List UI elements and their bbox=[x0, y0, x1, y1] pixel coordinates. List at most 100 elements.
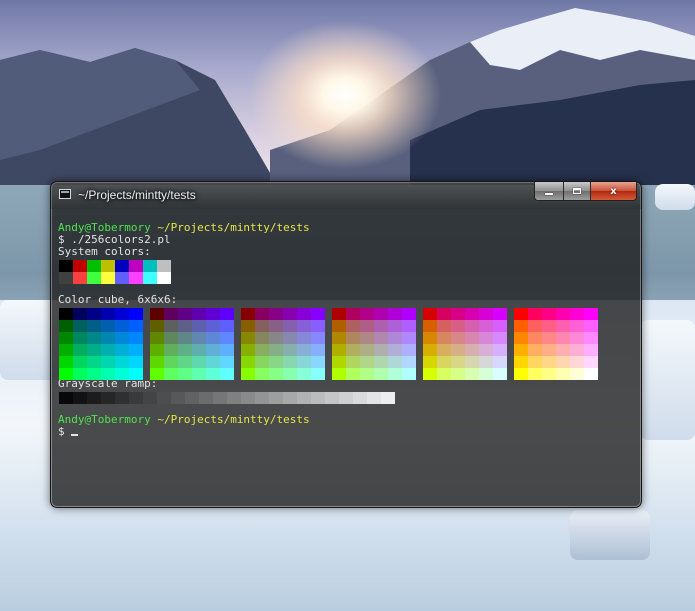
color-cube-swatch bbox=[283, 332, 297, 344]
color-cube-swatch bbox=[129, 344, 143, 356]
grayscale-swatch bbox=[115, 392, 129, 404]
color-cube-swatch bbox=[514, 332, 528, 344]
color-cube-swatch bbox=[437, 320, 451, 332]
color-cube-swatch bbox=[542, 332, 556, 344]
grayscale-swatch bbox=[269, 392, 283, 404]
color-cube-swatch bbox=[374, 356, 388, 368]
color-cube-swatch bbox=[542, 368, 556, 380]
color-cube-swatch bbox=[129, 308, 143, 320]
color-cube-swatch bbox=[311, 308, 325, 320]
grayscale-swatch bbox=[353, 392, 367, 404]
wallpaper-iceberg bbox=[655, 184, 695, 210]
color-cube-swatch bbox=[115, 368, 129, 380]
color-cube-swatch bbox=[514, 368, 528, 380]
color-cube-swatch bbox=[332, 356, 346, 368]
color-cube-swatch bbox=[493, 332, 507, 344]
maximize-button[interactable] bbox=[563, 182, 590, 200]
color-cube-swatch bbox=[423, 320, 437, 332]
color-cube-swatch bbox=[269, 356, 283, 368]
color-cube-swatch bbox=[332, 308, 346, 320]
color-cube-swatch bbox=[402, 332, 416, 344]
color-cube-swatch bbox=[423, 368, 437, 380]
prompt-path: ~/Projects/mintty/tests bbox=[157, 413, 310, 426]
color-cube-swatch bbox=[87, 308, 101, 320]
color-cube-swatch bbox=[556, 356, 570, 368]
color-cube-swatch bbox=[556, 344, 570, 356]
color-cube-swatch bbox=[73, 308, 87, 320]
color-cube-swatch bbox=[150, 356, 164, 368]
color-cube-swatch bbox=[59, 320, 73, 332]
color-cube-swatch bbox=[346, 332, 360, 344]
color-cube-swatch bbox=[101, 368, 115, 380]
color-cube-swatch bbox=[437, 332, 451, 344]
color-cube-swatch bbox=[115, 332, 129, 344]
wallpaper-iceberg bbox=[570, 510, 650, 560]
color-cube-swatch bbox=[178, 308, 192, 320]
color-cube-swatch bbox=[584, 344, 598, 356]
color-cube-swatch bbox=[402, 356, 416, 368]
color-cube-swatch bbox=[556, 308, 570, 320]
system-color-swatch bbox=[129, 272, 143, 284]
color-cube-swatch bbox=[374, 320, 388, 332]
color-cube-swatch bbox=[115, 344, 129, 356]
color-cube-swatch bbox=[87, 356, 101, 368]
color-cube-swatch bbox=[514, 308, 528, 320]
grayscale-swatch bbox=[171, 392, 185, 404]
color-cube-swatch bbox=[220, 368, 234, 380]
title-bar[interactable]: ~/Projects/mintty/tests x bbox=[51, 182, 641, 209]
system-color-swatch bbox=[115, 260, 129, 272]
color-cube-swatch bbox=[206, 332, 220, 344]
color-cube-swatch bbox=[570, 368, 584, 380]
color-cube-swatch bbox=[451, 320, 465, 332]
system-colors-swatches bbox=[59, 260, 171, 284]
color-cube-swatch bbox=[528, 332, 542, 344]
color-cube-swatch bbox=[514, 356, 528, 368]
terminal-window[interactable]: ~/Projects/mintty/tests x Andy@Tobermory… bbox=[50, 181, 642, 508]
color-cube-swatch bbox=[164, 368, 178, 380]
color-cube-swatch bbox=[423, 356, 437, 368]
color-cube-swatch bbox=[346, 368, 360, 380]
color-cube-swatch bbox=[206, 308, 220, 320]
color-cube-swatch bbox=[192, 332, 206, 344]
color-cube-swatch bbox=[360, 356, 374, 368]
color-cube-swatch bbox=[388, 356, 402, 368]
grayscale-swatch bbox=[381, 392, 395, 404]
color-cube-swatch bbox=[283, 368, 297, 380]
color-cube-swatch bbox=[479, 356, 493, 368]
color-cube-swatch bbox=[388, 332, 402, 344]
color-cube-swatch bbox=[311, 344, 325, 356]
color-cube-swatch bbox=[493, 308, 507, 320]
color-cube-swatches bbox=[59, 308, 598, 380]
minimize-button[interactable] bbox=[535, 182, 563, 200]
grayscale-swatch bbox=[213, 392, 227, 404]
color-cube-swatch bbox=[220, 356, 234, 368]
color-cube-swatch bbox=[465, 332, 479, 344]
grayscale-swatch bbox=[339, 392, 353, 404]
color-cube-swatch bbox=[542, 308, 556, 320]
color-cube-swatch bbox=[255, 344, 269, 356]
color-cube-swatch bbox=[542, 356, 556, 368]
color-cube-swatch bbox=[570, 320, 584, 332]
color-cube-swatch bbox=[297, 368, 311, 380]
color-cube-swatch bbox=[87, 320, 101, 332]
color-cube-swatch bbox=[528, 308, 542, 320]
color-cube-swatch bbox=[451, 368, 465, 380]
color-cube-swatch bbox=[423, 332, 437, 344]
input-line[interactable]: $ bbox=[58, 426, 79, 438]
close-button[interactable]: x bbox=[590, 182, 636, 200]
color-cube-swatch bbox=[437, 308, 451, 320]
color-cube-swatch bbox=[269, 332, 283, 344]
color-cube-swatch bbox=[206, 368, 220, 380]
color-cube-swatch bbox=[101, 356, 115, 368]
terminal-app-icon[interactable] bbox=[59, 189, 71, 199]
color-cube-swatch bbox=[451, 332, 465, 344]
system-color-swatch bbox=[87, 260, 101, 272]
color-cube-swatch bbox=[570, 332, 584, 344]
color-cube-swatch bbox=[73, 368, 87, 380]
color-cube-swatch bbox=[402, 368, 416, 380]
color-cube-swatch bbox=[528, 320, 542, 332]
color-cube-swatch bbox=[241, 308, 255, 320]
color-cube-swatch bbox=[584, 368, 598, 380]
color-cube-swatch bbox=[437, 356, 451, 368]
color-cube-swatch bbox=[73, 344, 87, 356]
